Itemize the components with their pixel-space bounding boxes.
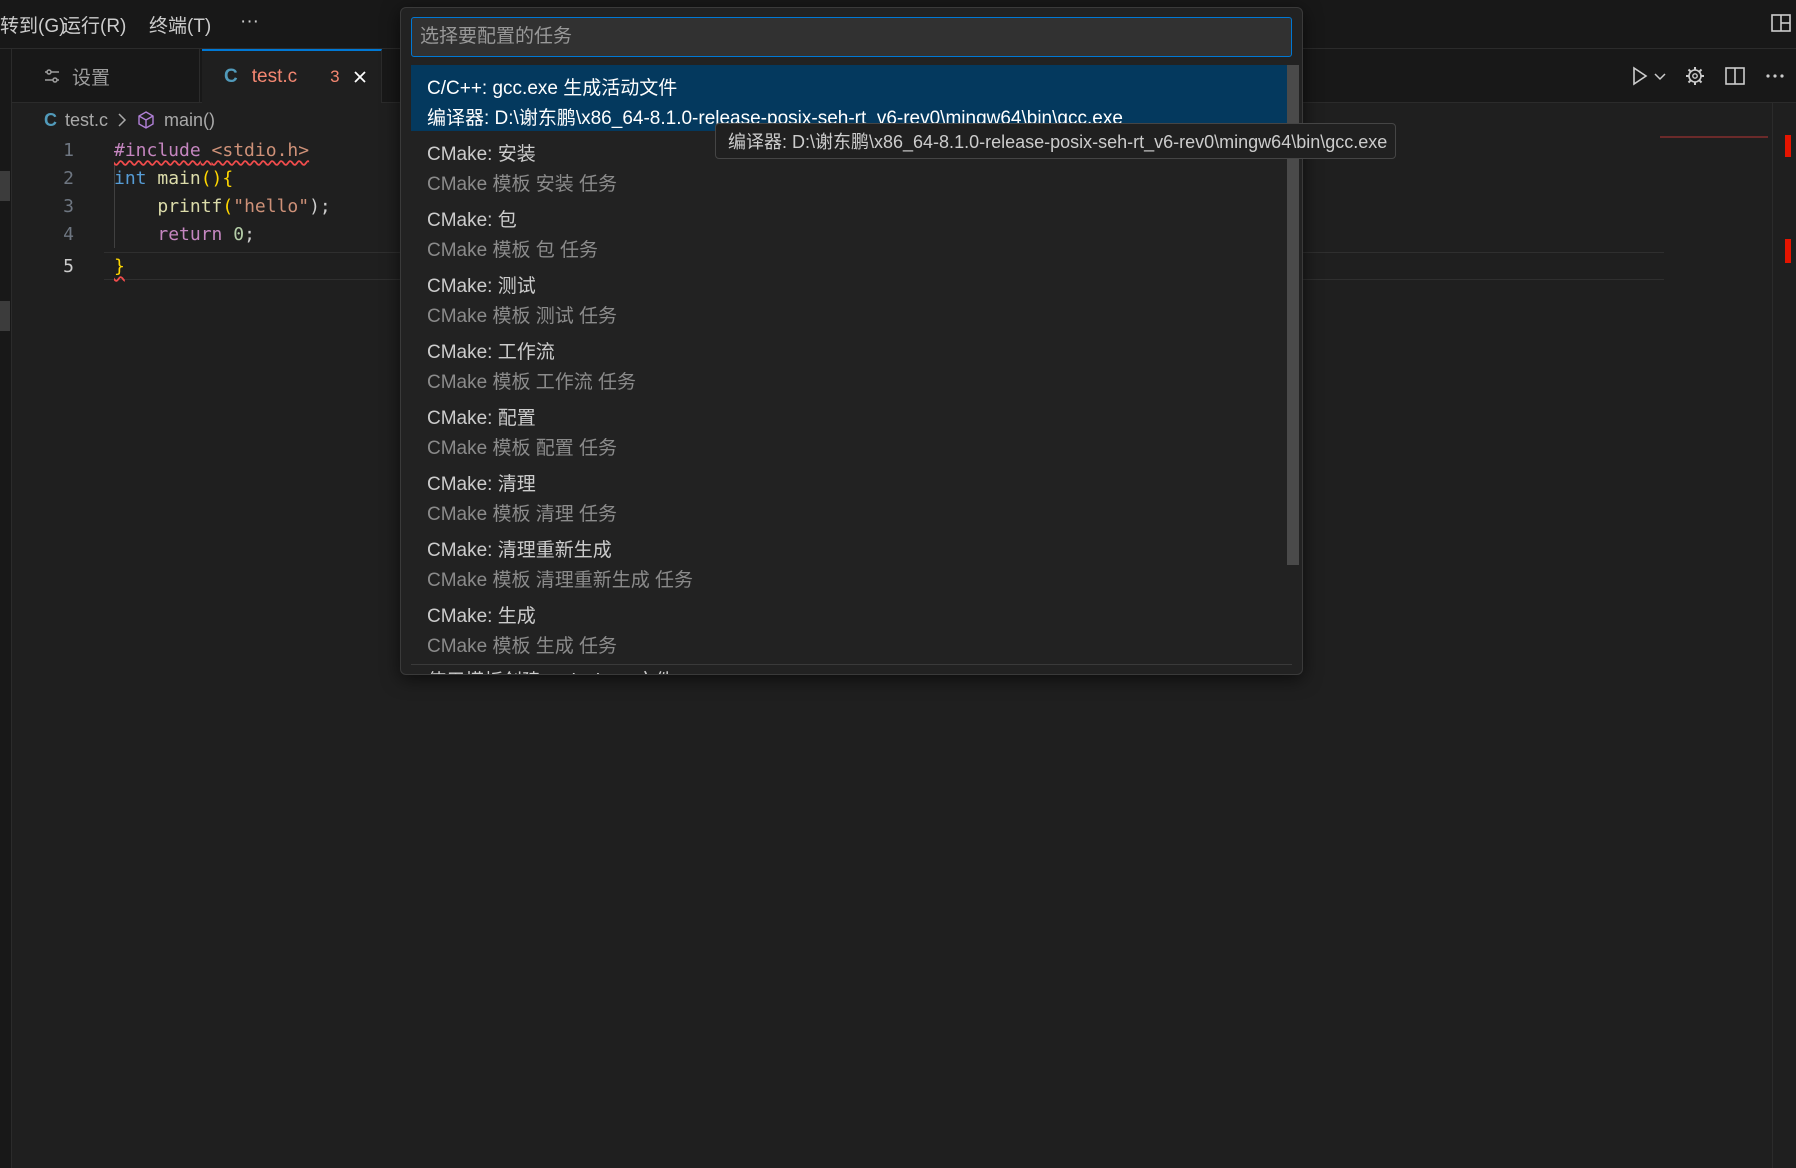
menu-run[interactable]: 运行(R): [62, 11, 126, 38]
settings-sliders-icon: [45, 69, 59, 83]
strip-indicator: [0, 171, 10, 201]
quick-pick-item-create-tasks-json[interactable]: 使用模板创建 tasks.json 文件: [427, 666, 674, 674]
tab-test-c[interactable]: C test.c 3: [202, 49, 382, 103]
quick-pick-item-cmake-build[interactable]: CMake: 生成 CMake 模板 生成 任务: [411, 593, 1292, 659]
quick-pick-item-gcc[interactable]: C/C++: gcc.exe 生成活动文件 编译器: D:\谢东鹏\x86_64…: [411, 65, 1292, 131]
item-label: CMake: 包: [427, 210, 517, 231]
more-actions-icon[interactable]: [1764, 65, 1786, 87]
item-description: CMake 模板 生成 任务: [427, 636, 618, 657]
quick-pick-item-cmake-clean-rebuild[interactable]: CMake: 清理重新生成 CMake 模板 清理重新生成 任务: [411, 527, 1292, 593]
line-number: 5: [63, 255, 74, 277]
task-quick-pick: C/C++: gcc.exe 生成活动文件 编译器: D:\谢东鹏\x86_64…: [400, 7, 1303, 675]
chevron-down-icon[interactable]: [1654, 65, 1666, 87]
item-label: CMake: 工作流: [427, 342, 555, 363]
item-label: CMake: 清理: [427, 474, 536, 495]
editor-actions: [1628, 49, 1786, 103]
quick-pick-input-box: [411, 17, 1292, 57]
line-content: #include <stdio.h>: [114, 139, 310, 161]
strip-indicator: [0, 301, 10, 331]
symbol-method-icon: [138, 111, 154, 129]
gear-icon[interactable]: [1684, 65, 1706, 87]
line-content: return 0;: [157, 223, 255, 245]
quick-pick-item-cmake-package[interactable]: CMake: 包 CMake 模板 包 任务: [411, 197, 1292, 263]
quick-pick-item-cmake-configure[interactable]: CMake: 配置 CMake 模板 配置 任务: [411, 395, 1292, 461]
item-description: CMake 模板 工作流 任务: [427, 372, 637, 393]
split-editor-icon[interactable]: [1724, 65, 1746, 87]
line-number: 1: [63, 139, 74, 161]
chevron-right-icon: [118, 113, 127, 127]
item-description: CMake 模板 清理重新生成 任务: [427, 570, 694, 591]
item-description: CMake 模板 安装 任务: [427, 174, 618, 195]
line-number: 2: [63, 167, 74, 189]
tab-file-name: test.c: [251, 66, 298, 87]
tab-settings-label: 设置: [72, 67, 111, 89]
item-label: CMake: 配置: [427, 408, 536, 429]
menu-terminal[interactable]: 终端(T): [149, 11, 211, 38]
tab-settings[interactable]: 设置: [20, 49, 200, 103]
overview-ruler[interactable]: [1772, 103, 1796, 1168]
item-description: CMake 模板 包 任务: [427, 240, 599, 261]
c-file-icon: C: [224, 66, 238, 87]
item-label: CMake: 清理重新生成: [427, 540, 612, 561]
close-icon[interactable]: [352, 69, 368, 85]
item-label: CMake: 测试: [427, 276, 536, 297]
breadcrumb-symbol[interactable]: main(): [164, 110, 215, 131]
line-content: int main(){: [114, 167, 234, 189]
quick-pick-separator: [411, 664, 1292, 665]
run-icon[interactable]: [1628, 65, 1650, 87]
item-label: CMake: 生成: [427, 606, 536, 627]
line-number: 4: [63, 223, 74, 245]
breadcrumb: C test.c main(): [44, 108, 215, 132]
line-content: }: [114, 255, 125, 277]
menu-go[interactable]: 转到(G): [0, 11, 65, 38]
menu-more[interactable]: ···: [240, 11, 259, 33]
item-description: CMake 模板 配置 任务: [427, 438, 618, 459]
line-content: printf("hello");: [157, 195, 331, 217]
error-marker: [1785, 239, 1791, 263]
quick-pick-item-cmake-workflow[interactable]: CMake: 工作流 CMake 模板 工作流 任务: [411, 329, 1292, 395]
c-file-icon: C: [44, 109, 57, 130]
quick-pick-item-cmake-test[interactable]: CMake: 测试 CMake 模板 测试 任务: [411, 263, 1292, 329]
line-number: 3: [63, 195, 74, 217]
item-description: CMake 模板 清理 任务: [427, 504, 618, 525]
quick-pick-item-cmake-clean[interactable]: CMake: 清理 CMake 模板 清理 任务: [411, 461, 1292, 527]
item-label: CMake: 安装: [427, 144, 536, 165]
minimap-error-line: [1660, 136, 1768, 138]
quick-pick-input[interactable]: [412, 18, 1291, 56]
customize-layout-icon[interactable]: [1770, 12, 1792, 34]
item-description: CMake 模板 测试 任务: [427, 306, 618, 327]
item-label: C/C++: gcc.exe 生成活动文件: [427, 78, 678, 99]
error-marker: [1785, 135, 1791, 157]
item-hover-tooltip: 编译器: D:\谢东鹏\x86_64-8.1.0-release-posix-s…: [715, 123, 1396, 159]
breadcrumb-file[interactable]: test.c: [65, 110, 108, 131]
problem-count-badge: 3: [330, 67, 340, 86]
activity-strip: [0, 49, 12, 1168]
